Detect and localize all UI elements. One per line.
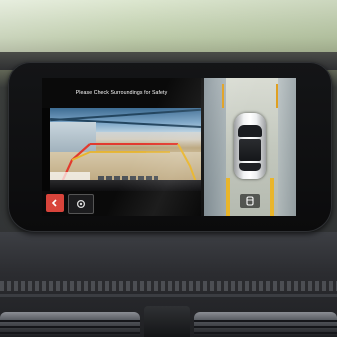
- rear-bumper: [50, 180, 201, 191]
- photo-scene: Please Check Surroundings for Safety: [0, 0, 337, 337]
- top-view-toggle-button[interactable]: [240, 194, 260, 208]
- guide-line-front-right: [276, 84, 278, 108]
- title-bar: Please Check Surroundings for Safety: [42, 78, 201, 108]
- vehicle-top-icon: [234, 113, 266, 179]
- car-top-view-icon: [246, 196, 254, 206]
- vehicle-windshield: [238, 125, 262, 137]
- bottom-control-bar: [42, 191, 201, 216]
- guide-line-front-left: [222, 84, 224, 108]
- back-button[interactable]: [46, 194, 64, 212]
- safety-message: Please Check Surroundings for Safety: [75, 90, 168, 96]
- guide-line-rear-left: [226, 178, 230, 216]
- camera-display: Please Check Surroundings for Safety: [42, 78, 296, 216]
- top-view-right-area: [278, 78, 296, 216]
- air-vent-right: [194, 312, 337, 337]
- back-arrow-icon: [51, 199, 57, 207]
- surround-top-view: [204, 78, 296, 216]
- air-vent-left: [0, 312, 140, 337]
- rear-camera-view: [50, 108, 201, 191]
- vehicle-roof: [239, 139, 261, 161]
- guide-line-yellow-left: [71, 151, 146, 161]
- dashboard-seam: [0, 294, 337, 297]
- vehicle-rear-window: [239, 163, 261, 171]
- camera-toggle-button[interactable]: [68, 194, 94, 214]
- dashboard-stitching: [0, 281, 337, 291]
- center-vent-control: [144, 306, 190, 337]
- camera-view-icon: [76, 199, 86, 209]
- guide-line-yellow-right: [177, 143, 197, 183]
- guide-line-rear-right: [270, 178, 274, 216]
